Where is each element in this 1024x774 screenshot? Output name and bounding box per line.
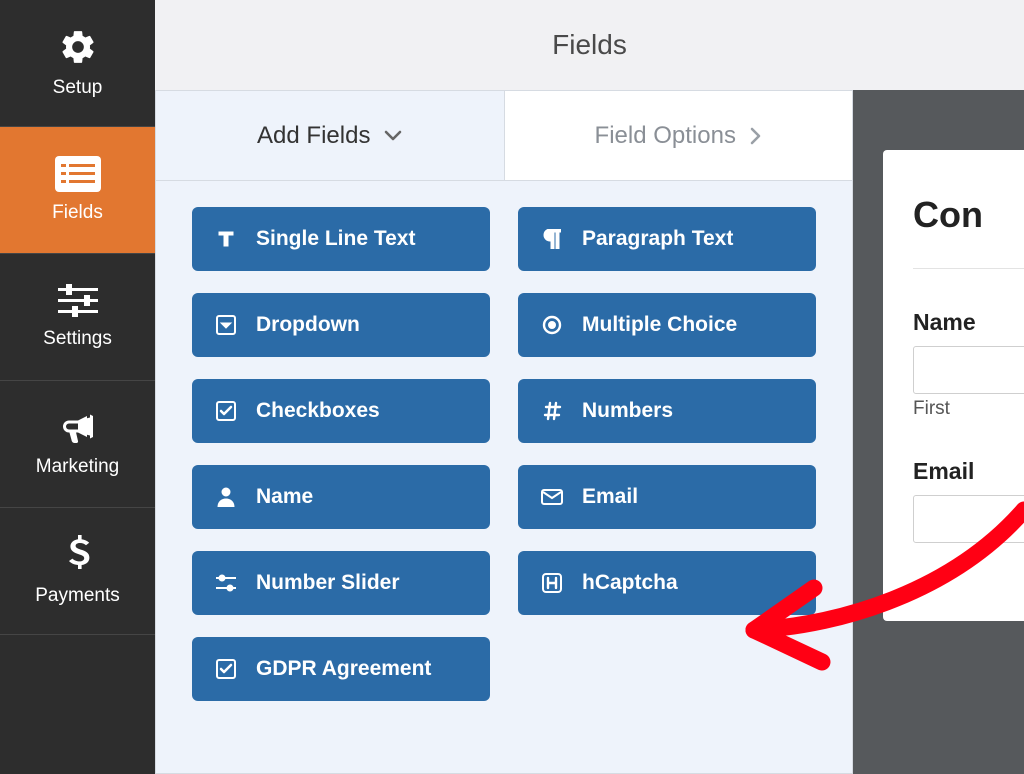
field-numbers[interactable]: Numbers: [518, 379, 816, 443]
hcaptcha-icon: [540, 573, 564, 593]
name-label: Name: [913, 309, 1024, 336]
field-label: hCaptcha: [582, 571, 678, 595]
list-icon: [55, 156, 101, 192]
sidebar-item-label: Marketing: [36, 456, 119, 478]
field-label: Single Line Text: [256, 227, 415, 251]
dollar-icon: [66, 535, 90, 575]
page-title: Fields: [552, 29, 627, 61]
sidebar-item-label: Settings: [43, 328, 112, 350]
chevron-down-icon: [384, 130, 402, 142]
field-dropdown[interactable]: Dropdown: [192, 293, 490, 357]
field-paragraph-text[interactable]: Paragraph Text: [518, 207, 816, 271]
radio-icon: [540, 315, 564, 335]
sidebar-item-label: Setup: [53, 77, 103, 99]
field-label: Paragraph Text: [582, 227, 733, 251]
workarea: Add Fields Field Options: [155, 90, 1024, 774]
first-name-input[interactable]: [913, 346, 1024, 394]
panel-tabs: Add Fields Field Options: [156, 91, 852, 181]
email-input[interactable]: [913, 495, 1024, 543]
field-hcaptcha[interactable]: hCaptcha: [518, 551, 816, 615]
chevron-right-icon: [750, 127, 762, 145]
field-label: Email: [582, 485, 638, 509]
gear-icon: [58, 27, 98, 67]
field-gdpr-agreement[interactable]: GDPR Agreement: [192, 637, 490, 701]
field-label: Dropdown: [256, 313, 360, 337]
sidebar-item-label: Fields: [52, 202, 103, 224]
envelope-icon: [540, 489, 564, 505]
hash-icon: [540, 401, 564, 421]
paragraph-icon: [540, 229, 564, 249]
field-email[interactable]: Email: [518, 465, 816, 529]
tab-label: Field Options: [595, 122, 736, 150]
check-square-icon: [214, 401, 238, 421]
check-square-icon: [214, 659, 238, 679]
email-label: Email: [913, 458, 1024, 485]
sidebar-item-fields[interactable]: Fields: [0, 127, 155, 254]
field-name[interactable]: Name: [192, 465, 490, 529]
email-field-group[interactable]: Email: [913, 458, 1024, 543]
divider: [913, 268, 1024, 269]
sidebar-item-settings[interactable]: Settings: [0, 254, 155, 381]
field-label: Checkboxes: [256, 399, 380, 423]
fields-grid: Single Line Text Paragraph Text Dropdown: [156, 181, 852, 773]
first-sublabel: First: [913, 398, 1024, 420]
left-panel: Add Fields Field Options: [155, 90, 853, 774]
field-checkboxes[interactable]: Checkboxes: [192, 379, 490, 443]
field-label: Number Slider: [256, 571, 400, 595]
field-label: Multiple Choice: [582, 313, 737, 337]
sidebar: Setup Fields: [0, 0, 155, 774]
bullhorn-icon: [57, 410, 99, 446]
field-multiple-choice[interactable]: Multiple Choice: [518, 293, 816, 357]
form-title: Con: [913, 194, 1024, 236]
slider-icon: [214, 574, 238, 592]
sidebar-item-label: Payments: [35, 585, 119, 607]
field-label: GDPR Agreement: [256, 657, 431, 681]
preview-area: Con Name First Email: [853, 90, 1024, 774]
sidebar-item-marketing[interactable]: Marketing: [0, 381, 155, 508]
person-icon: [214, 487, 238, 507]
main: Fields Add Fields Field Options: [155, 0, 1024, 774]
field-number-slider[interactable]: Number Slider: [192, 551, 490, 615]
tab-label: Add Fields: [257, 122, 370, 150]
field-label: Numbers: [582, 399, 673, 423]
field-label: Name: [256, 485, 313, 509]
tab-field-options[interactable]: Field Options: [505, 91, 853, 181]
name-field-group[interactable]: Name First: [913, 309, 1024, 420]
sliders-icon: [58, 284, 98, 318]
sidebar-item-payments[interactable]: Payments: [0, 508, 155, 635]
tab-add-fields[interactable]: Add Fields: [156, 91, 505, 181]
text-cursor-icon: [214, 229, 238, 249]
form-preview: Con Name First Email: [883, 150, 1024, 621]
page-header: Fields: [155, 0, 1024, 90]
caret-square-down-icon: [214, 315, 238, 335]
field-single-line-text[interactable]: Single Line Text: [192, 207, 490, 271]
sidebar-item-setup[interactable]: Setup: [0, 0, 155, 127]
